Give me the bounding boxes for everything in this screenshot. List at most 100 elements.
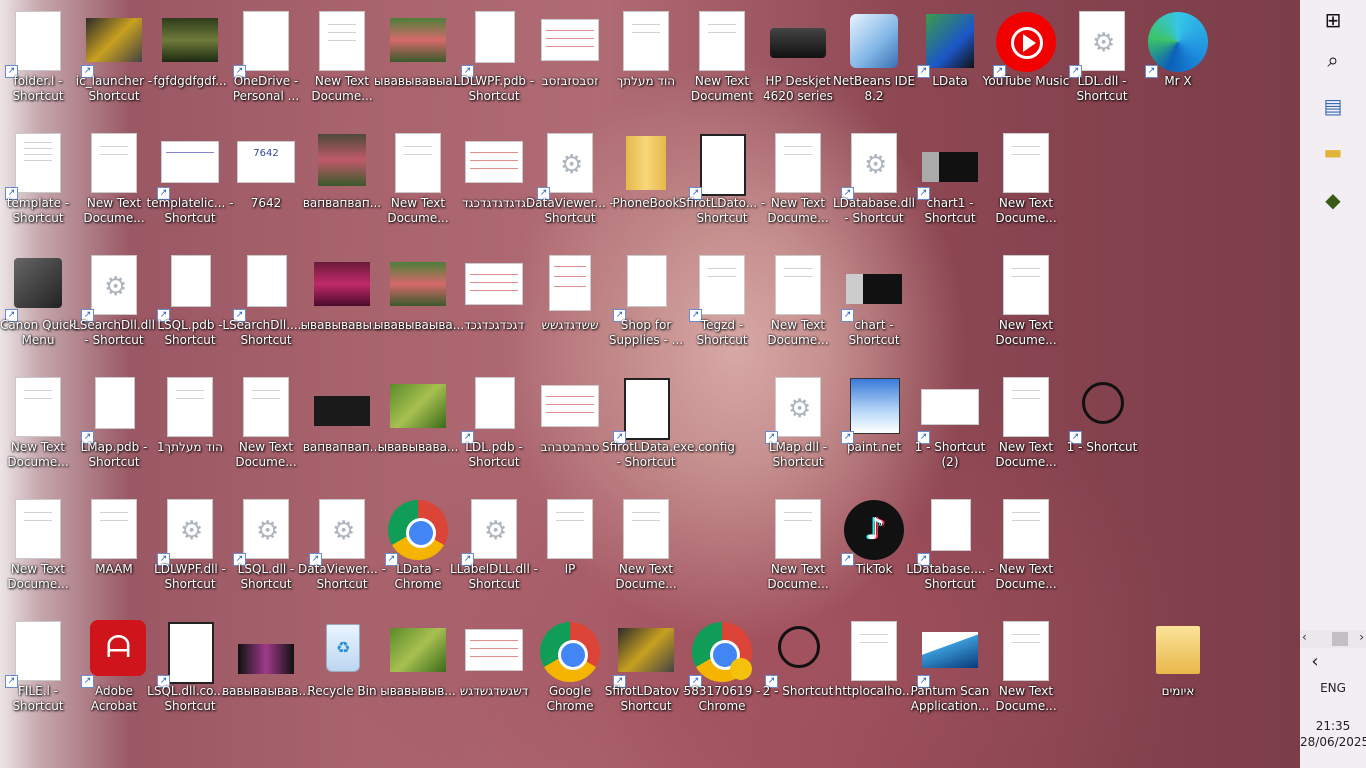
desktop-icon-scan[interactable]: דגכדגכדגכד — [456, 254, 532, 374]
desktop-icon-canon-quick-menu[interactable]: ↗ Canon Quick Menu — [0, 254, 76, 374]
desktop-icon-youtube-music[interactable]: ↗ YouTube Music — [983, 10, 1069, 130]
desktop-icon-lmap-dll[interactable]: ⚙ ↗ LMap.dll - Shortcut — [760, 376, 836, 496]
desktop-icon-tiktok[interactable]: ♪ ↗ TikTok — [836, 498, 912, 618]
desktop-icon-chrome-profile[interactable]: ↗ 583170619 - Chrome — [684, 620, 760, 740]
icon-label: LDatabase.dll - Shortcut — [832, 196, 916, 225]
desktop-icon-chart1[interactable]: ↗ chart1 - Shortcut — [912, 132, 988, 252]
desktop-icon-text-doc[interactable]: New Text Docume... — [760, 498, 836, 618]
desktop-icon-scan[interactable]: דשגשדגשדגש — [456, 620, 532, 740]
desktop-icon-google-chrome[interactable]: Google Chrome — [532, 620, 608, 740]
desktop-icon-lsearchdll-2[interactable]: ↗ LSearchDll.... - Shortcut — [222, 254, 310, 374]
desktop-icon-chart[interactable]: ↗ chart - Shortcut — [836, 254, 912, 374]
scroll-right-icon[interactable]: › — [1359, 630, 1364, 644]
desktop-icon-netbeans[interactable]: NetBeans IDE 8.2 — [833, 10, 915, 130]
pinned-app-2-icon[interactable]: ◆ — [1300, 182, 1366, 218]
desktop-icon-image[interactable]: вапвапвап... — [303, 376, 381, 496]
desktop-icon-text-doc[interactable]: New Text Docume... — [988, 132, 1064, 252]
desktop-icon-shortcut-1[interactable]: ↗ 1 - Shortcut — [1064, 376, 1140, 496]
desktop-icon-scan[interactable]: גדגדגדגדכגד — [456, 132, 532, 252]
desktop-icon-7642[interactable]: 7642 7642 — [228, 132, 304, 252]
desktop-icon-photo[interactable]: ывавывавы... — [301, 254, 383, 374]
desktop-icon-text-doc[interactable]: New Text Docume... — [760, 254, 836, 374]
desktop-icon-text-doc[interactable]: New Text Docume... — [304, 10, 380, 130]
desktop-icon-template[interactable]: ↗ template - Shortcut — [0, 132, 76, 252]
desktop-icon-text-doc[interactable]: New Text Docume... — [988, 498, 1064, 618]
desktop-icon-sfirot-config[interactable]: ↗ SfirotLData.exe.config - Shortcut — [602, 376, 735, 496]
search-icon[interactable]: ⌕ — [1300, 42, 1366, 78]
desktop-icon-text-doc[interactable]: New Text Docume... — [228, 376, 304, 496]
desktop-icon-photo[interactable]: вавываывав... — [222, 620, 310, 740]
desktop-icon-ldatabase-shortcut[interactable]: ↗ LDatabase.... - Shortcut — [906, 498, 994, 618]
desktop-icon-ldl-dll[interactable]: ⚙ ↗ LDL.dll - Shortcut — [1064, 10, 1140, 130]
desktop-icon-lsearchdll[interactable]: ⚙ ↗ LSearchDll.dll - Shortcut — [73, 254, 155, 374]
clock[interactable]: 21:35 28/06/2025 — [1300, 718, 1366, 752]
desktop-icon-text-doc[interactable]: New Text Docume... — [760, 132, 836, 252]
desktop-icon-tegzd[interactable]: ↗ Tegzd - Shortcut — [684, 254, 760, 374]
desktop-icon-edge[interactable]: ↗ Mr X — [1140, 10, 1216, 130]
desktop-icon-ldl-pdb[interactable]: ↗ LDL.pdb - Shortcut — [456, 376, 532, 496]
desktop-icon-lsql-dll[interactable]: ⚙ ↗ LSQL.dll - Shortcut — [228, 498, 304, 618]
desktop-icon-lmap-pdb[interactable]: ↗ LMap.pdb - Shortcut — [76, 376, 152, 496]
desktop-icon-lsql-pdb[interactable]: ↗ LSQL.pdb - Shortcut — [152, 254, 228, 374]
desktop-icon-ldlwpf-pdb[interactable]: ↗ LDLWPF.pdb - Shortcut — [454, 10, 534, 130]
desktop-icon-sfirot-ldatov[interactable]: ↗ SfirotLDatov - Shortcut — [605, 620, 687, 740]
desktop-icon-sfirot-shortcut[interactable]: ↗ SfirotLDato... - Shortcut — [679, 132, 765, 252]
icon-label: SfirotLDato... - Shortcut — [678, 196, 766, 225]
desktop-icon-shortcut-2-cycle[interactable]: ↗ 2 - Shortcut — [760, 620, 836, 740]
chevron-left-icon[interactable]: ‹ — [1282, 644, 1348, 680]
desktop-icon-llabeldll[interactable]: ⚙ ↗ LLabelDLL.dll - Shortcut — [450, 498, 538, 618]
desktop-icon-dataviewer[interactable]: ⚙ ↗ DataViewer... - Shortcut — [526, 132, 614, 252]
desktop-icon-text-doc[interactable]: New Text Docume... — [988, 376, 1064, 496]
desktop-icon-shop-supplies[interactable]: ↗ Shop for Supplies - ... — [608, 254, 684, 374]
desktop-icon-httplocalhost[interactable]: httplocalho... — [835, 620, 913, 740]
desktop-icon-photo[interactable]: вапвапвап... — [303, 132, 381, 252]
scroll-left-icon[interactable]: ‹ — [1302, 630, 1307, 644]
desktop-icon-text-doc[interactable]: New Text Docume... — [988, 254, 1064, 374]
desktop-icon-file-shortcut[interactable]: ↗ FILE.l - Shortcut — [0, 620, 76, 740]
pinned-app-icon[interactable]: ▤ — [1300, 88, 1366, 124]
icon-label: ывавывавыа... — [374, 74, 465, 88]
icon-label: 583170619 - Chrome — [683, 684, 761, 713]
desktop-icon-image[interactable]: fgfdgdfgdf... — [152, 10, 228, 130]
desktop-icon-photo[interactable]: ывавывава... — [378, 376, 458, 496]
desktop-icon-printer[interactable]: HP Deskjet 4620 series — [760, 10, 836, 130]
desktop-icon-photo[interactable]: ывавывыв... — [380, 620, 456, 740]
desktop-icon-recycle-bin[interactable]: ♻ Recycle Bin — [304, 620, 380, 740]
desktop-icon-lsql-config[interactable]: ↗ LSQL.dll.co... - Shortcut — [147, 620, 233, 740]
desktop-icon-ic-launcher[interactable]: ↗ ic_launcher - Shortcut — [76, 10, 152, 130]
windows-logo-icon[interactable]: ⊞ — [1300, 2, 1366, 38]
desktop-icon-text-doc[interactable]: New Text Document — [684, 10, 760, 130]
icon-label: LDLWPF.dll - Shortcut — [154, 562, 226, 591]
desktop-icon-paint-net[interactable]: ↗ paint.net — [836, 376, 912, 496]
desktop-icon-ldata[interactable]: ↗ LData — [912, 10, 988, 130]
desktop-icon-photo[interactable]: ывавываыва... — [374, 254, 464, 374]
desktop-icon-scan[interactable]: זסבסזבזסב — [532, 10, 608, 130]
desktop-icon-folder-shortcut[interactable]: ↗ folder.l - Shortcut — [0, 10, 76, 130]
desktop-icon-text-doc[interactable]: New Text Docume... — [76, 132, 152, 252]
desktop-icon-adobe-acrobat[interactable]: ᗩ ↗ Adobe Acrobat — [76, 620, 152, 740]
desktop-icon-scan[interactable]: ששדגדגשש — [532, 254, 608, 374]
language-indicator[interactable]: ENG — [1300, 676, 1366, 700]
desktop-icon-scan[interactable]: סבהבסבהב — [532, 376, 608, 496]
desktop-icon-onedrive[interactable]: ↗ OneDrive - Personal ... — [228, 10, 304, 130]
desktop-icon-ldatabase-dll[interactable]: ⚙ ↗ LDatabase.dll - Shortcut — [833, 132, 915, 252]
desktop-icon-maam[interactable]: MAAM — [76, 498, 152, 618]
desktop-icon-photo[interactable]: ывавывавыа... — [374, 10, 464, 130]
desktop-icon-folder[interactable]: איומים — [1140, 620, 1216, 740]
desktop-icon-text-doc[interactable]: New Text Docume... — [0, 376, 76, 496]
desktop-icon-phonebook[interactable]: PhoneBook — [608, 132, 684, 252]
desktop-icon-pantum-scan[interactable]: ↗ Pantum Scan Application... — [911, 620, 989, 740]
desktop-icon-shortcut-2[interactable]: ↗ 1 - Shortcut (2) — [912, 376, 988, 496]
desktop-icon-text-doc[interactable]: New Text Docume... — [380, 132, 456, 252]
desktop-icon-text-doc[interactable]: הוד מעלתך — [608, 10, 684, 130]
desktop-icon-dataviewer-2[interactable]: ⚙ ↗ DataViewer... - Shortcut — [298, 498, 386, 618]
file-explorer-icon[interactable]: ▬ — [1300, 134, 1366, 170]
desktop-icon-ldata-chrome[interactable]: ↗ LData - Chrome — [380, 498, 456, 618]
desktop-icon-text-doc[interactable]: New Text Docume... — [0, 498, 76, 618]
desktop-icon-ldlwpf-dll[interactable]: ⚙ ↗ LDLWPF.dll - Shortcut — [152, 498, 228, 618]
desktop-icon-text-doc[interactable]: הוד מעלתך1 — [152, 376, 228, 496]
desktop-icon-text-doc[interactable]: New Text Docume... — [988, 620, 1064, 740]
desktop-icon-templatelic[interactable]: ↗ templatelic... - Shortcut — [146, 132, 234, 252]
desktop-icon-text-doc[interactable]: New Text Docume... — [608, 498, 684, 618]
desktop-icon-ip[interactable]: IP — [532, 498, 608, 618]
